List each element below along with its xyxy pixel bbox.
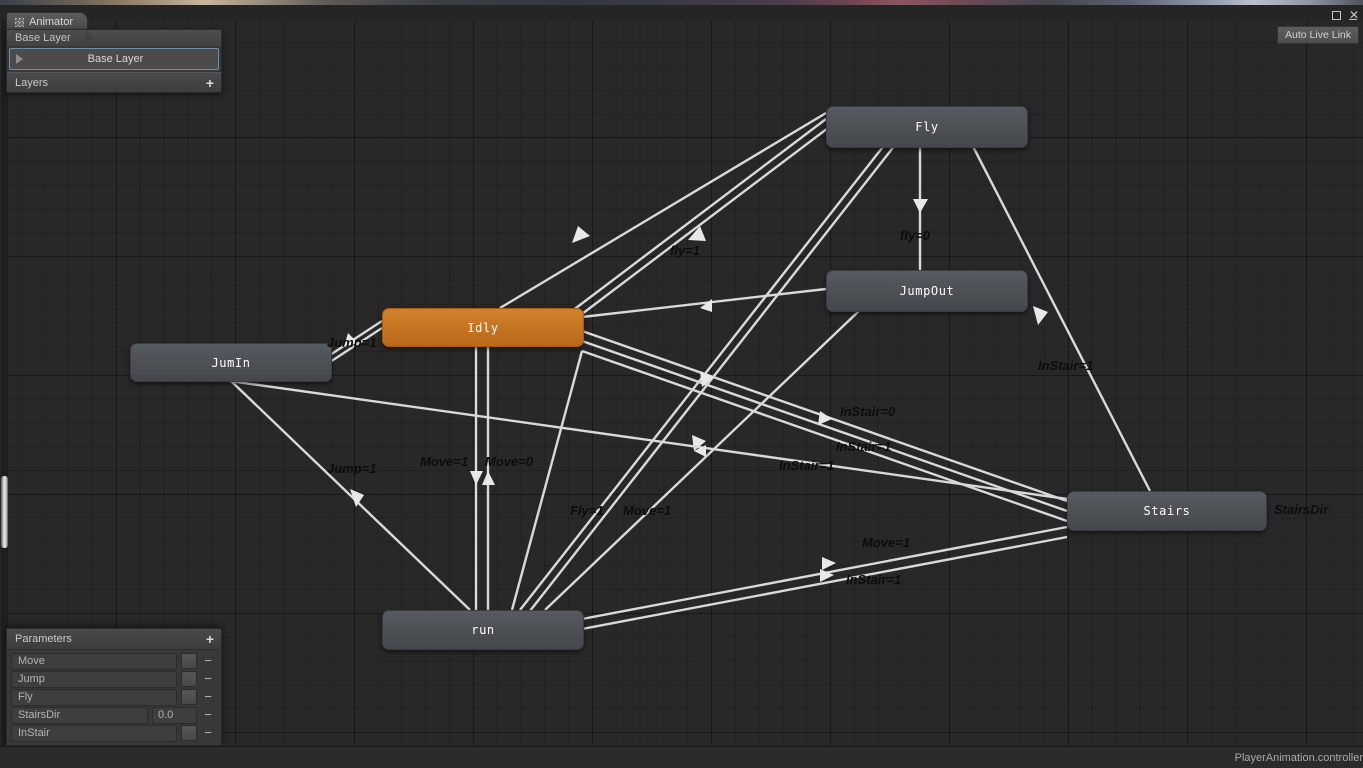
auto-live-link-label: Auto Live Link xyxy=(1285,29,1351,41)
transition-label: Fly=1 xyxy=(570,503,604,518)
parameter-toggle[interactable] xyxy=(181,725,197,741)
minus-icon[interactable]: − xyxy=(201,656,215,666)
transition-label: Move=1 xyxy=(862,535,910,550)
animator-window: ✕ ▾☰ .e { stroke:#d9d9d9; stroke-width:2… xyxy=(0,0,1363,768)
parameter-row-instair[interactable]: InStair − xyxy=(7,724,221,742)
controller-name-label: PlayerAnimation.controller xyxy=(1235,752,1363,764)
transition-label: Move=0 xyxy=(485,454,533,469)
state-node-label: run xyxy=(471,623,494,637)
auto-live-link-button[interactable]: Auto Live Link xyxy=(1277,26,1359,44)
transition-label: InStair=1 xyxy=(836,439,891,454)
parameter-toggle[interactable] xyxy=(181,653,197,669)
layers-panel-header: Layers + xyxy=(7,72,221,92)
state-node-label: Idly xyxy=(467,321,498,335)
add-layer-button[interactable]: + xyxy=(206,77,214,89)
parameters-panel: Parameters + Move − Jump − Fly − StairsD… xyxy=(6,628,222,746)
transition-label: Move=1 xyxy=(623,503,671,518)
state-node-label: Stairs xyxy=(1144,504,1191,518)
parameter-name-field[interactable]: Fly xyxy=(11,689,177,706)
parameter-row-move[interactable]: Move − xyxy=(7,652,221,670)
transition-label: InStair=1 xyxy=(1038,358,1093,373)
layer-row-label: Base Layer xyxy=(23,53,218,65)
minus-icon[interactable]: − xyxy=(201,692,215,702)
tab-animator-label: Animator xyxy=(29,16,73,28)
transition-label: Jump=1 xyxy=(327,335,377,350)
parameter-row-fly[interactable]: Fly − xyxy=(7,688,221,706)
transition-label: InStair=1 xyxy=(779,458,834,473)
parameter-toggle[interactable] xyxy=(181,671,197,687)
window-titlebar: ✕ xyxy=(0,5,1363,22)
minus-icon[interactable]: − xyxy=(201,728,215,738)
parameter-name-field[interactable]: StairsDir xyxy=(11,707,148,724)
layer-row-base-layer[interactable]: Base Layer xyxy=(9,48,219,70)
transition-label: InStair=1 xyxy=(846,572,901,587)
parameters-panel-title: Parameters xyxy=(15,633,72,645)
free-label-stairsdir: StairsDir xyxy=(1274,502,1328,517)
triangle-right-icon[interactable] xyxy=(16,54,23,64)
state-node-fly[interactable]: Fly xyxy=(826,106,1028,148)
transition-label: InStair=0 xyxy=(840,404,895,419)
parameter-value-field[interactable]: 0.0 xyxy=(152,707,197,724)
minus-icon[interactable]: − xyxy=(201,674,215,684)
state-node-idly[interactable]: Idly xyxy=(382,308,584,347)
parameter-toggle[interactable] xyxy=(181,689,197,705)
state-node-run[interactable]: run xyxy=(382,610,584,650)
transition-label: Move=1 xyxy=(420,454,468,469)
transition-label: fly=1 xyxy=(670,243,700,258)
transition-label: Jump=1 xyxy=(327,461,377,476)
breadcrumb-label: Base Layer xyxy=(15,32,71,44)
animator-icon xyxy=(15,18,24,27)
state-node-jumin[interactable]: JumIn xyxy=(130,343,332,382)
parameters-panel-header: Parameters + xyxy=(7,629,221,650)
state-node-stairs[interactable]: Stairs xyxy=(1067,491,1267,531)
state-node-label: Fly xyxy=(915,120,938,134)
transition-label: fly=0 xyxy=(900,228,930,243)
state-node-label: JumpOut xyxy=(900,284,955,298)
status-bar: PlayerAnimation.controller xyxy=(0,746,1363,768)
state-node-label: JumIn xyxy=(211,356,250,370)
maximize-icon[interactable] xyxy=(1332,11,1341,20)
parameters-list: Move − Jump − Fly − StairsDir 0.0 − InSt… xyxy=(7,650,221,745)
parameter-name-field[interactable]: Jump xyxy=(11,671,177,688)
state-node-jumpout[interactable]: JumpOut xyxy=(826,270,1028,312)
parameter-name-field[interactable]: Move xyxy=(11,653,177,670)
parameter-name-field[interactable]: InStair xyxy=(11,725,177,742)
scrollbar-thumb[interactable] xyxy=(1,476,8,548)
parameter-row-jump[interactable]: Jump − xyxy=(7,670,221,688)
add-parameter-button[interactable]: + xyxy=(206,633,214,645)
layers-panel: Base Layer Base Layer Layers + xyxy=(6,29,222,93)
minus-icon[interactable]: − xyxy=(201,710,215,720)
breadcrumb[interactable]: Base Layer xyxy=(7,30,221,46)
parameter-row-stairsdir[interactable]: StairsDir 0.0 − xyxy=(7,706,221,724)
layers-panel-title: Layers xyxy=(15,77,48,89)
